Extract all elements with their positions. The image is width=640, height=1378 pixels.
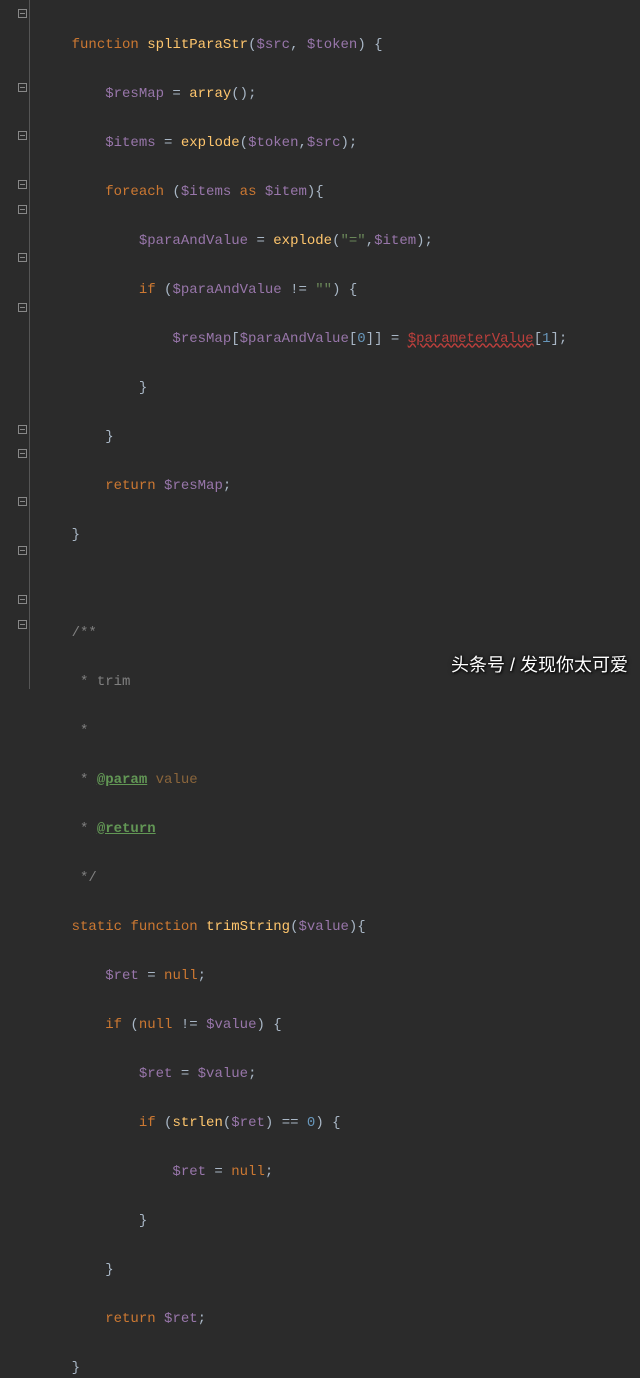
code-line: if (null != $value) { [38,1013,640,1038]
code-line: $resMap[$paraAndValue[0]] = $parameterVa… [38,327,640,352]
code-line: $ret = $value; [38,1062,640,1087]
code-line: return $ret; [38,1307,640,1332]
code-line: $items = explode($token,$src); [38,131,640,156]
code-line: } [38,1209,640,1234]
gutter [0,0,30,689]
code-line [38,572,640,597]
code-line: * @param value [38,768,640,793]
fold-icon[interactable] [18,253,27,262]
fold-icon[interactable] [18,425,27,434]
code-line: $ret = null; [38,1160,640,1185]
fold-icon[interactable] [18,595,27,604]
code-line: } [38,425,640,450]
code-line: if (strlen($ret) == 0) { [38,1111,640,1136]
fold-icon[interactable] [18,449,27,458]
code-line: /** [38,621,640,646]
fold-icon[interactable] [18,180,27,189]
code-line: * @return [38,817,640,842]
fold-icon[interactable] [18,620,27,629]
code-line: static function trimString($value){ [38,915,640,940]
fold-icon[interactable] [18,303,27,312]
code-line: } [38,523,640,548]
code-editor: function splitParaStr($src, $token) { $r… [0,0,640,689]
code-line: $paraAndValue = explode("=",$item); [38,229,640,254]
fold-icon[interactable] [18,83,27,92]
code-line: } [38,1356,640,1378]
code-line: function splitParaStr($src, $token) { [38,33,640,58]
code-line: foreach ($items as $item){ [38,180,640,205]
fold-icon[interactable] [18,205,27,214]
code-line: */ [38,866,640,891]
code-line: $resMap = array(); [38,82,640,107]
code-line: } [38,1258,640,1283]
code-line: } [38,376,640,401]
fold-icon[interactable] [18,546,27,555]
code-line: $ret = null; [38,964,640,989]
fold-icon[interactable] [18,131,27,140]
code-line: * trim [38,670,640,695]
code-line: return $resMap; [38,474,640,499]
fold-icon[interactable] [18,497,27,506]
code-line: if ($paraAndValue != "") { [38,278,640,303]
code-area[interactable]: function splitParaStr($src, $token) { $r… [30,0,640,689]
code-line: * [38,719,640,744]
fold-icon[interactable] [18,9,27,18]
